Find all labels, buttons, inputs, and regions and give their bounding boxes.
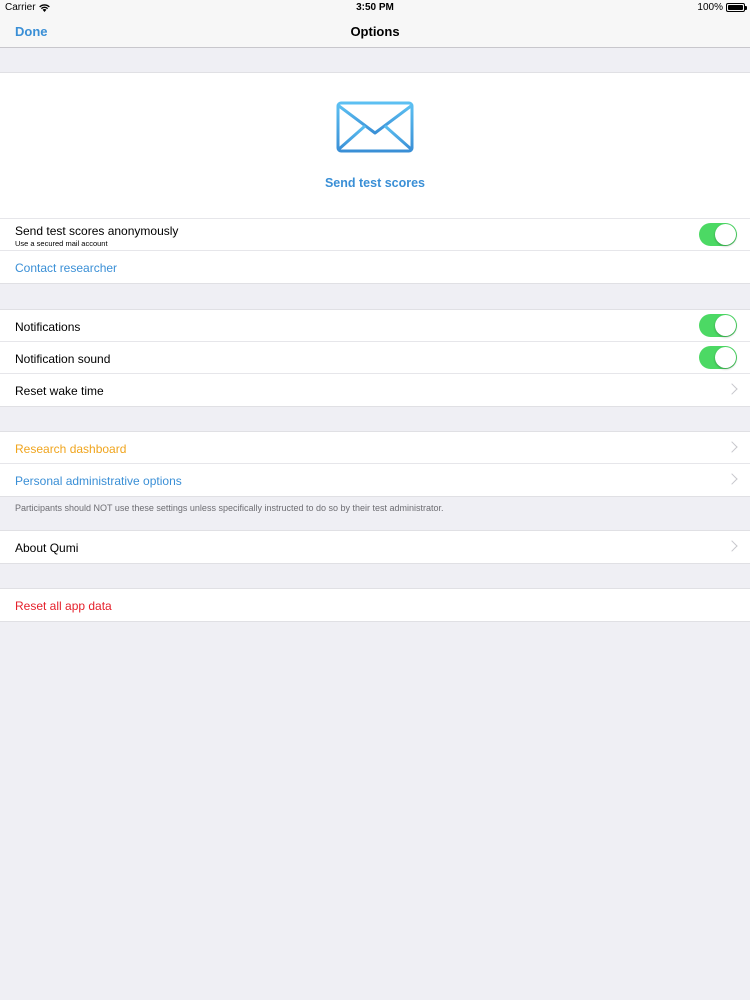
about-row[interactable]: About Qumi — [0, 531, 750, 563]
status-time: 3:50 PM — [356, 2, 394, 13]
battery-icon — [726, 3, 747, 12]
send-anonymously-label: Send test scores anonymously — [15, 224, 179, 238]
notification-sound-label: Notification sound — [15, 352, 111, 366]
reset-app-data-row[interactable]: Reset all app data — [0, 589, 750, 621]
reset-wake-time-row[interactable]: Reset wake time — [0, 374, 750, 406]
about-label: About Qumi — [15, 541, 79, 555]
notification-sound-row: Notification sound — [0, 342, 750, 374]
send-section: Send test scores Send test scores anonym… — [0, 72, 750, 284]
notification-section: Notifications Notification sound Reset w… — [0, 309, 750, 407]
chevron-right-icon — [726, 540, 738, 552]
battery-percent: 100% — [697, 2, 723, 13]
notifications-toggle[interactable] — [699, 314, 737, 337]
send-anonymously-sublabel: Use a secured mail account — [15, 239, 108, 248]
send-anonymously-toggle[interactable] — [699, 223, 737, 246]
send-anonymously-row: Send test scores anonymously Use a secur… — [0, 219, 750, 251]
research-dashboard-label: Research dashboard — [15, 442, 127, 456]
status-bar: Carrier 3:50 PM 100% — [0, 0, 750, 15]
toggle-knob — [715, 347, 736, 368]
send-test-scores-hero[interactable]: Send test scores — [0, 73, 750, 219]
nav-bar: Done Options — [0, 15, 750, 48]
chevron-right-icon — [726, 441, 738, 453]
personal-admin-options-row[interactable]: Personal administrative options — [0, 464, 750, 496]
reset-app-data-label[interactable]: Reset all app data — [15, 599, 112, 613]
reset-wake-time-label: Reset wake time — [15, 384, 104, 398]
battery-indicator: 100% — [697, 2, 747, 13]
mail-icon — [336, 101, 414, 153]
send-test-scores-label[interactable]: Send test scores — [0, 176, 750, 190]
research-dashboard-row[interactable]: Research dashboard — [0, 432, 750, 464]
notifications-row: Notifications — [0, 310, 750, 342]
personal-admin-options-label: Personal administrative options — [15, 474, 182, 488]
chevron-right-icon — [726, 473, 738, 485]
toggle-knob — [715, 224, 736, 245]
about-section: About Qumi — [0, 530, 750, 564]
chevron-right-icon — [726, 383, 738, 395]
notifications-label: Notifications — [15, 320, 81, 334]
admin-footnote: Participants should NOT use these settin… — [15, 503, 444, 513]
admin-section: Research dashboard Personal administrati… — [0, 431, 750, 497]
notification-sound-toggle[interactable] — [699, 346, 737, 369]
page-title: Options — [350, 24, 400, 39]
toggle-knob — [715, 315, 736, 336]
contact-researcher-row[interactable]: Contact researcher — [0, 251, 750, 283]
contact-researcher-label[interactable]: Contact researcher — [15, 261, 117, 275]
reset-section: Reset all app data — [0, 588, 750, 622]
